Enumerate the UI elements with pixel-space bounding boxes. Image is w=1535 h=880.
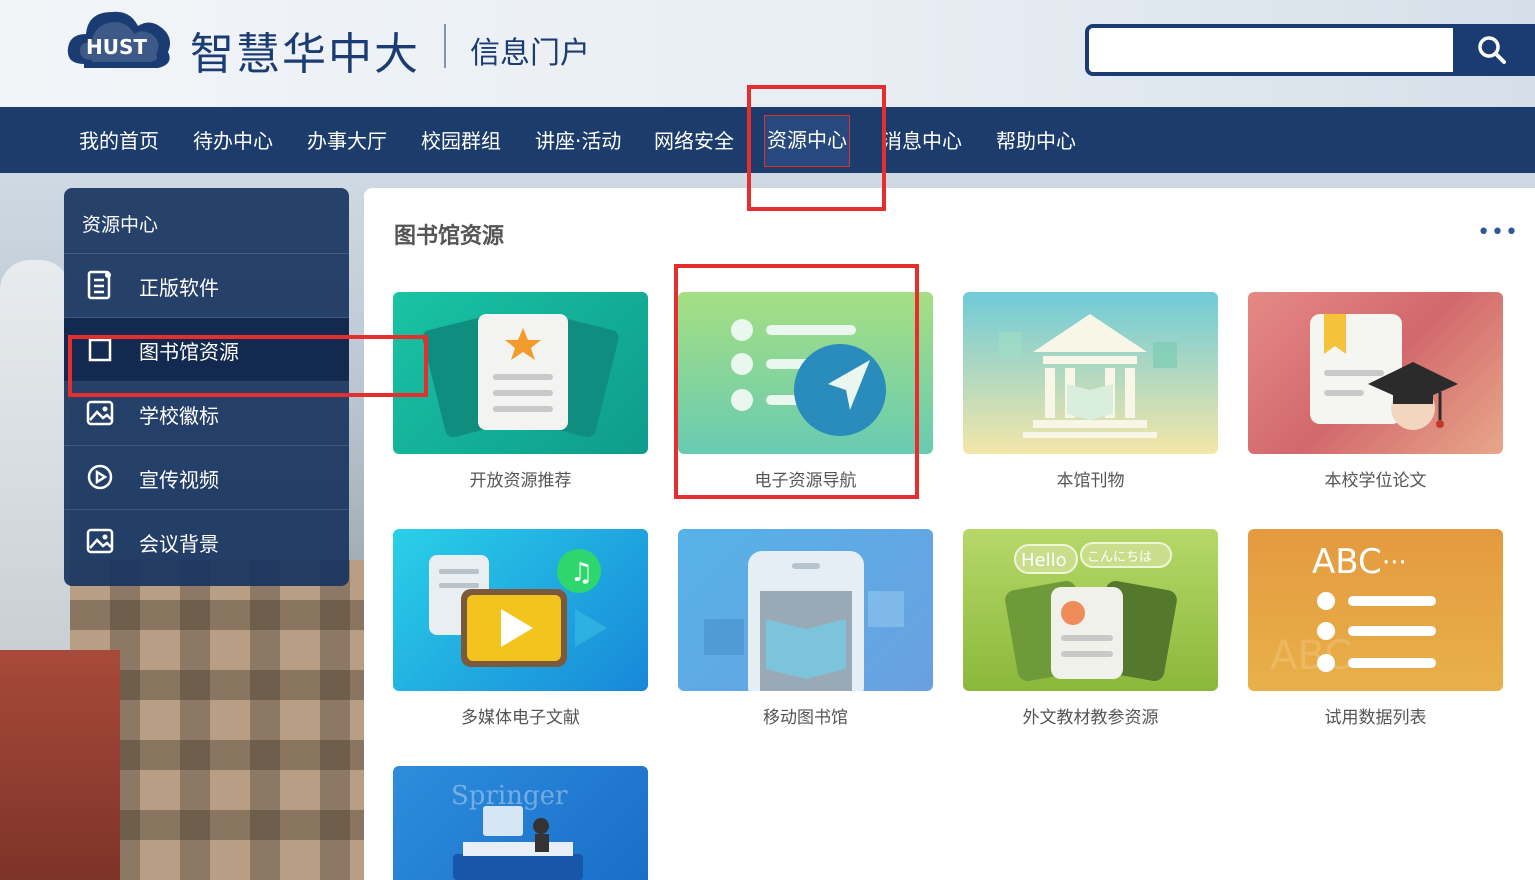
search-button[interactable] xyxy=(1453,24,1531,76)
highlight-sidebar-library xyxy=(68,335,428,397)
card-label: 移动图书馆 xyxy=(763,708,848,728)
card-label: 开放资源推荐 xyxy=(469,471,572,491)
mobile-library-thumbnail xyxy=(678,529,933,691)
card-library-journal[interactable]: 本馆刊物 xyxy=(963,292,1218,491)
highlight-nav-resources xyxy=(747,85,886,211)
nav-item-lectures[interactable]: 讲座·活动 xyxy=(535,125,621,154)
card-label: 多媒体电子文献 xyxy=(461,708,580,728)
nav-item-todo[interactable]: 待办中心 xyxy=(193,125,273,154)
sidebar-item-label: 正版软件 xyxy=(139,276,219,300)
sidebar-title: 资源中心 xyxy=(64,188,349,254)
highlight-card-e-resources xyxy=(674,264,919,499)
card-label: 试用数据列表 xyxy=(1324,708,1427,728)
abc-heading: ABC xyxy=(1312,542,1382,582)
content-panel: 图书馆资源 ••• 开放资源推荐 电子资源导航 本馆刊物 本校学位论文 ♫ 多媒… xyxy=(364,188,1535,880)
sidebar-item-video[interactable]: 宣传视频 xyxy=(64,446,349,510)
play-icon xyxy=(87,464,113,490)
trial-databases-thumbnail: ABC ··· ABC xyxy=(1248,529,1503,691)
abc-ghost-text: ABC xyxy=(1270,633,1352,679)
search-icon xyxy=(1478,36,1506,64)
card-label: 本校学位论文 xyxy=(1324,471,1427,491)
nav-item-home[interactable]: 我的首页 xyxy=(79,125,159,154)
foreign-textbooks-thumbnail: Hello こんにちは xyxy=(963,529,1218,691)
card-theses[interactable]: 本校学位论文 xyxy=(1248,292,1503,491)
sidebar-item-label: 会议背景 xyxy=(139,532,219,556)
search-box xyxy=(1085,24,1535,76)
document-list-icon xyxy=(87,270,111,300)
nav-item-services[interactable]: 办事大厅 xyxy=(307,125,387,154)
search-input[interactable] xyxy=(1089,28,1461,72)
sidebar-item-meeting[interactable]: 会议背景 xyxy=(64,510,349,574)
nav-item-help[interactable]: 帮助中心 xyxy=(996,125,1076,154)
library-journal-thumbnail xyxy=(963,292,1218,454)
image-icon xyxy=(86,400,114,426)
sidebar-item-software[interactable]: 正版软件 xyxy=(64,254,349,318)
background-statue xyxy=(0,260,70,660)
more-icon[interactable]: ••• xyxy=(1477,220,1519,245)
svg-text:♫: ♫ xyxy=(570,558,593,588)
multimedia-thumbnail: ♫ xyxy=(393,529,648,691)
card-trial-databases[interactable]: ABC ··· ABC 试用数据列表 xyxy=(1248,529,1503,728)
card-springer[interactable]: Springer xyxy=(393,766,648,880)
card-open-resources[interactable]: 开放资源推荐 xyxy=(393,292,648,491)
nav-item-groups[interactable]: 校园群组 xyxy=(421,125,501,154)
image-icon xyxy=(86,528,114,554)
sidebar-item-label: 宣传视频 xyxy=(139,468,219,492)
site-title: 智慧华中大 xyxy=(190,29,420,80)
sidebar-item-label: 学校徽标 xyxy=(139,404,219,428)
card-label: 外文教材教参资源 xyxy=(1022,708,1159,728)
site-subtitle: 信息门户 xyxy=(470,36,590,71)
konnichiwa-bubble: こんにちは xyxy=(1087,550,1152,565)
theses-thumbnail xyxy=(1248,292,1503,454)
page-title: 图书馆资源 xyxy=(394,224,505,249)
hello-bubble: Hello xyxy=(1021,550,1067,571)
hust-logo[interactable]: HUST xyxy=(64,4,176,78)
abc-dots: ··· xyxy=(1382,548,1407,578)
background-pedestal xyxy=(0,650,120,880)
logo-text: HUST xyxy=(86,35,147,59)
title-divider xyxy=(444,24,446,68)
open-resources-thumbnail xyxy=(393,292,648,454)
card-label: 本馆刊物 xyxy=(1056,471,1125,491)
card-foreign-textbooks[interactable]: Hello こんにちは 外文教材教参资源 xyxy=(963,529,1218,728)
card-mobile-library[interactable]: 移动图书馆 xyxy=(678,529,933,728)
nav-item-security[interactable]: 网络安全 xyxy=(654,125,734,154)
nav-item-messages[interactable]: 消息中心 xyxy=(882,125,962,154)
springer-thumbnail: Springer xyxy=(393,766,648,880)
card-multimedia[interactable]: ♫ 多媒体电子文献 xyxy=(393,529,648,728)
